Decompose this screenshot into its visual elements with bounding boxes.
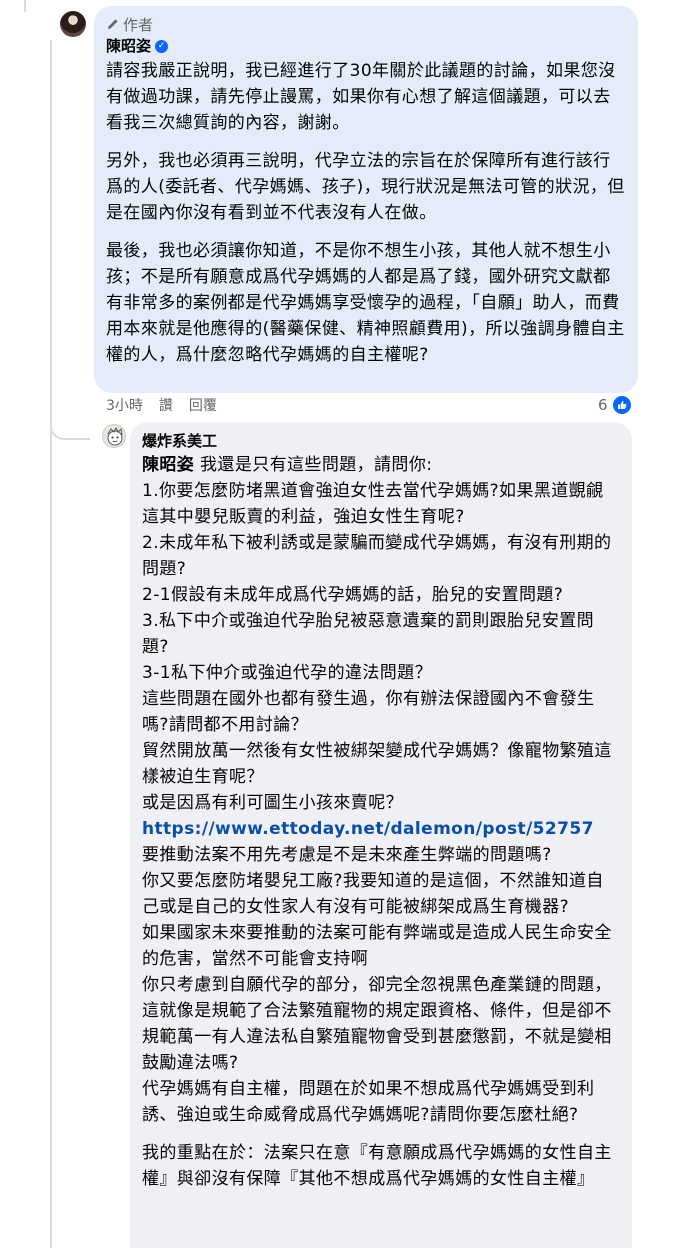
thread-line — [50, 40, 52, 1248]
comment-time[interactable]: 3小時 — [106, 395, 143, 415]
reply-line: 你只考慮到自願代孕的部分，卻完全忽視黑色產業鏈的問題，這就像是規範了合法繁殖寵物… — [142, 975, 612, 1073]
thread-line-top — [24, 0, 26, 12]
reply-line: 或是因爲有利可圖生小孩來賣呢？ — [142, 793, 403, 813]
article-link[interactable]: https://www.ettoday.net/dalemon/post/527… — [142, 819, 594, 839]
reply-comment-bubble: 爆炸系美工 陳昭姿 我還是只有這些問題，請問你: 1.你要怎麼防堵黑道會強迫女性… — [130, 422, 632, 1248]
like-button[interactable]: 讚 — [159, 395, 173, 415]
reply-line: 陳昭姿 我還是只有這些問題，請問你: — [142, 452, 620, 478]
author-name[interactable]: 陳昭姿 — [106, 36, 151, 56]
pencil-icon — [106, 17, 120, 31]
comment-paragraph: 另外，我也必須再三說明，代孕立法的宗旨在於保障所有進行該行爲的人(委託者、代孕媽… — [106, 151, 625, 223]
reply-link-line: https://www.ettoday.net/dalemon/post/527… — [142, 816, 620, 842]
reaction-count[interactable]: 6 — [598, 394, 633, 416]
reply-final-paragraph: 我的重點在於：法案只在意『有意願成爲代孕媽媽的女性自主權』與卻沒有保障『其他不想… — [142, 1143, 612, 1189]
reply-line: 3-1私下仲介或強迫代孕的違法問題？ — [142, 663, 432, 683]
verified-badge-icon: ✓ — [155, 39, 169, 53]
thread-connector — [50, 380, 90, 440]
reply-line: 如果國家未來要推動的法案可能有弊端或是造成人民生命安全的危害，當然不可能會支持啊 — [142, 923, 612, 969]
reply-line: 2-1假設有未成年成爲代孕媽媽的話，胎兒的安置問題? — [142, 585, 564, 605]
reply-button[interactable]: 回覆 — [189, 395, 217, 415]
comment-actions: 3小時 讚 回覆 — [106, 393, 217, 417]
reply-line: 代孕媽媽有自主權，問題在於如果不想成爲代孕媽媽受到利誘、強迫或生命威脅成爲代孕媽… — [142, 1079, 595, 1125]
reply-line: 1.你要怎麼防堵黑道會強迫女性去當代孕媽媽?如果黑道覬覦這其中嬰兒販賣的利益，強… — [142, 481, 604, 527]
reply-line: 這些問題在國外也都有發生過，你有辦法保證國內不會發生嗎?請問都不用討論？ — [142, 689, 595, 735]
reply-line: 3.私下中介或強迫代孕胎兒被惡意遺棄的罰則跟胎兒安置問題? — [142, 611, 595, 657]
comment-paragraph: 最後，我也必須讓你知道，不是你不想生小孩，其他人就不想生小孩；不是所有願意成爲代… — [106, 241, 625, 365]
comment-paragraph: 請容我嚴正說明，我已經進行了30年關於此議題的討論，如果您沒有做過功課，請先停止… — [106, 61, 616, 133]
author-badge-label: 作者 — [123, 15, 154, 34]
reply-line: 要推動法案不用先考慮是不是未來產生弊端的問題嗎? — [142, 845, 552, 865]
reply-avatar[interactable] — [102, 424, 126, 448]
author-avatar[interactable] — [60, 11, 86, 37]
author-comment-bubble: 作者 陳昭姿 ✓ 請容我嚴正說明，我已經進行了30年關於此議題的討論，如果您沒有… — [94, 6, 638, 393]
reply-line: 貿然開放萬一然後有女性被綁架變成代孕媽媽？像寵物繁殖這樣被迫生育呢？ — [142, 741, 612, 787]
reply-line: 2.未成年私下被利誘或是蒙騙而變成代孕媽媽，有沒有刑期的問題? — [142, 533, 612, 579]
cartoon-avatar-icon — [107, 426, 123, 446]
author-badge: 作者 — [106, 14, 626, 34]
reply-line-text: 我還是只有這些問題，請問你: — [200, 455, 433, 475]
reply-line: 你又要怎麼防堵嬰兒工廠?我要知道的是這個，不然誰知道自己或是自己的女性家人有沒有… — [142, 871, 604, 917]
name-row: 陳昭姿 ✓ — [106, 36, 626, 56]
mention-tag[interactable]: 陳昭姿 — [142, 455, 194, 475]
reaction-count-value: 6 — [598, 396, 608, 414]
reply-body: 陳昭姿 我還是只有這些問題，請問你: 1.你要怎麼防堵黑道會強迫女性去當代孕媽媽… — [142, 452, 620, 1192]
reply-author-name[interactable]: 爆炸系美工 — [142, 432, 620, 450]
like-reaction-icon — [610, 394, 633, 416]
